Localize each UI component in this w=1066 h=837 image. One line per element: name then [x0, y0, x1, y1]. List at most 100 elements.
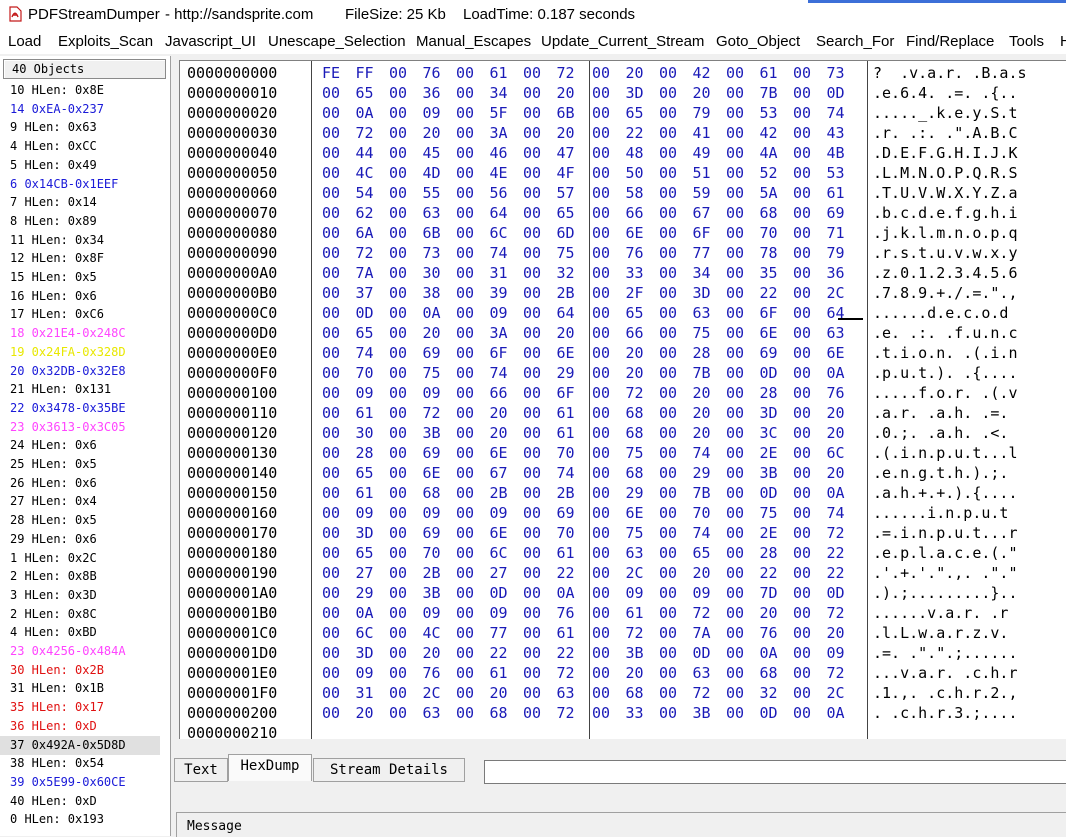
hex-byte[interactable]: 00 — [322, 205, 340, 221]
hex-byte[interactable]: 00 — [389, 565, 407, 581]
hex-byte[interactable]: 00 — [592, 165, 610, 181]
object-list-item[interactable]: 19 0x24FA-0x328D — [0, 343, 160, 362]
object-list-item[interactable]: 39 0x5E99-0x60CE — [0, 773, 160, 792]
hex-byte[interactable]: 00 — [592, 125, 610, 141]
hex-byte[interactable]: 00 — [726, 565, 744, 581]
hex-byte[interactable]: 6E — [557, 345, 575, 361]
hex-byte[interactable]: 00 — [592, 425, 610, 441]
hex-byte[interactable]: 00 — [726, 225, 744, 241]
hex-byte[interactable]: 69 — [423, 345, 441, 361]
hex-byte[interactable]: 00 — [456, 665, 474, 681]
hex-byte[interactable]: 00 — [322, 165, 340, 181]
hex-byte[interactable]: 29 — [356, 585, 374, 601]
hex-byte[interactable]: 72 — [693, 605, 711, 621]
hex-byte[interactable]: 65 — [557, 205, 575, 221]
hex-byte[interactable]: 33 — [626, 265, 644, 281]
object-list-item[interactable]: 5 HLen: 0x49 — [0, 156, 160, 175]
hex-byte[interactable]: 00 — [726, 545, 744, 561]
hex-byte[interactable]: 00 — [726, 405, 744, 421]
hex-byte[interactable]: 00 — [523, 485, 541, 501]
object-list-item[interactable]: 10 HLen: 0x8E — [0, 81, 160, 100]
hex-byte[interactable]: 75 — [626, 445, 644, 461]
hex-byte[interactable]: 50 — [626, 165, 644, 181]
hex-byte[interactable]: 20 — [356, 705, 374, 721]
hex-byte[interactable]: 09 — [423, 105, 441, 121]
hex-byte[interactable]: 4C — [423, 625, 441, 641]
row-ascii[interactable]: .e.n.g.t.h.).;. — [873, 465, 1018, 481]
hex-byte[interactable]: 22 — [626, 125, 644, 141]
row-ascii[interactable]: .=.i.n.p.u.t...r — [873, 525, 1018, 541]
hex-byte[interactable]: 00 — [592, 445, 610, 461]
hex-byte[interactable]: 00 — [726, 525, 744, 541]
hex-byte[interactable]: 00 — [659, 85, 677, 101]
hex-byte[interactable]: 38 — [423, 285, 441, 301]
hex-byte[interactable]: 00 — [456, 245, 474, 261]
hex-byte[interactable]: 61 — [356, 485, 374, 501]
hex-byte[interactable]: 6E — [423, 465, 441, 481]
hex-byte[interactable]: 64 — [490, 205, 508, 221]
hex-byte[interactable]: 72 — [557, 665, 575, 681]
hex-byte[interactable]: 7B — [693, 365, 711, 381]
row-ascii[interactable]: .(.i.n.p.u.t...l — [873, 445, 1018, 461]
hex-byte[interactable]: 00 — [456, 705, 474, 721]
hex-byte[interactable]: 00 — [726, 645, 744, 661]
hex-byte[interactable]: 00 — [592, 685, 610, 701]
hex-byte[interactable]: 30 — [356, 425, 374, 441]
hex-byte[interactable]: 00 — [659, 585, 677, 601]
hex-byte[interactable]: 30 — [423, 265, 441, 281]
hex-byte[interactable]: 00 — [523, 265, 541, 281]
hex-byte[interactable]: 32 — [760, 685, 778, 701]
row-ascii[interactable]: .t.i.o.n. .(.i.n — [873, 345, 1018, 361]
hex-byte[interactable]: 6C — [356, 625, 374, 641]
hex-byte[interactable]: 00 — [389, 585, 407, 601]
hex-byte[interactable]: 66 — [626, 325, 644, 341]
hex-byte[interactable]: 68 — [490, 705, 508, 721]
hex-byte[interactable]: 32 — [557, 265, 575, 281]
hex-byte[interactable]: 65 — [356, 545, 374, 561]
hex-byte[interactable]: 09 — [490, 305, 508, 321]
hex-byte[interactable]: 76 — [557, 605, 575, 621]
hex-byte[interactable]: 00 — [726, 185, 744, 201]
hex-byte[interactable]: 3B — [626, 645, 644, 661]
hex-byte[interactable]: 63 — [693, 305, 711, 321]
hex-byte[interactable]: 00 — [523, 585, 541, 601]
hex-byte[interactable]: 00 — [592, 185, 610, 201]
hex-byte[interactable]: 00 — [592, 545, 610, 561]
hex-byte[interactable]: 00 — [592, 705, 610, 721]
row-ascii[interactable]: .e.p.l.a.c.e.(." — [873, 545, 1018, 561]
hex-byte[interactable]: 00 — [322, 465, 340, 481]
menu-manual-escapes[interactable]: Manual_Escapes — [416, 33, 531, 50]
hex-byte[interactable]: 65 — [356, 465, 374, 481]
hex-byte[interactable]: 00 — [523, 445, 541, 461]
hex-byte[interactable]: 6E — [827, 345, 845, 361]
hex-byte[interactable]: 53 — [760, 105, 778, 121]
hex-byte[interactable]: 00 — [322, 145, 340, 161]
hex-byte[interactable]: 63 — [423, 705, 441, 721]
hex-byte[interactable]: 43 — [827, 125, 845, 141]
hex-byte[interactable]: 72 — [693, 685, 711, 701]
hex-byte[interactable]: 72 — [557, 65, 575, 81]
hex-byte[interactable]: 00 — [456, 625, 474, 641]
hex-byte[interactable]: 3B — [423, 425, 441, 441]
hex-byte[interactable]: 00 — [389, 105, 407, 121]
object-list-item[interactable]: 9 HLen: 0x63 — [0, 118, 160, 137]
hex-byte[interactable]: 00 — [726, 205, 744, 221]
hex-byte[interactable]: 00 — [793, 645, 811, 661]
hex-byte[interactable]: 74 — [693, 525, 711, 541]
hex-byte[interactable]: 00 — [659, 405, 677, 421]
hex-byte[interactable]: 00 — [456, 105, 474, 121]
hex-byte[interactable]: 00 — [659, 205, 677, 221]
hex-byte[interactable]: 0A — [827, 705, 845, 721]
hex-byte[interactable]: 00 — [592, 405, 610, 421]
hex-byte[interactable]: 00 — [793, 485, 811, 501]
row-ascii[interactable]: .l.L.w.a.r.z.v. — [873, 625, 1018, 641]
hex-byte[interactable]: 00 — [456, 85, 474, 101]
hex-byte[interactable]: 45 — [423, 145, 441, 161]
hex-byte[interactable]: 00 — [726, 585, 744, 601]
hex-byte[interactable]: 7A — [356, 265, 374, 281]
hex-byte[interactable]: 51 — [693, 165, 711, 181]
hex-byte[interactable]: 00 — [322, 85, 340, 101]
hex-byte[interactable]: 00 — [523, 225, 541, 241]
hex-byte[interactable]: 70 — [557, 445, 575, 461]
object-list-item[interactable]: 8 HLen: 0x89 — [0, 212, 160, 231]
